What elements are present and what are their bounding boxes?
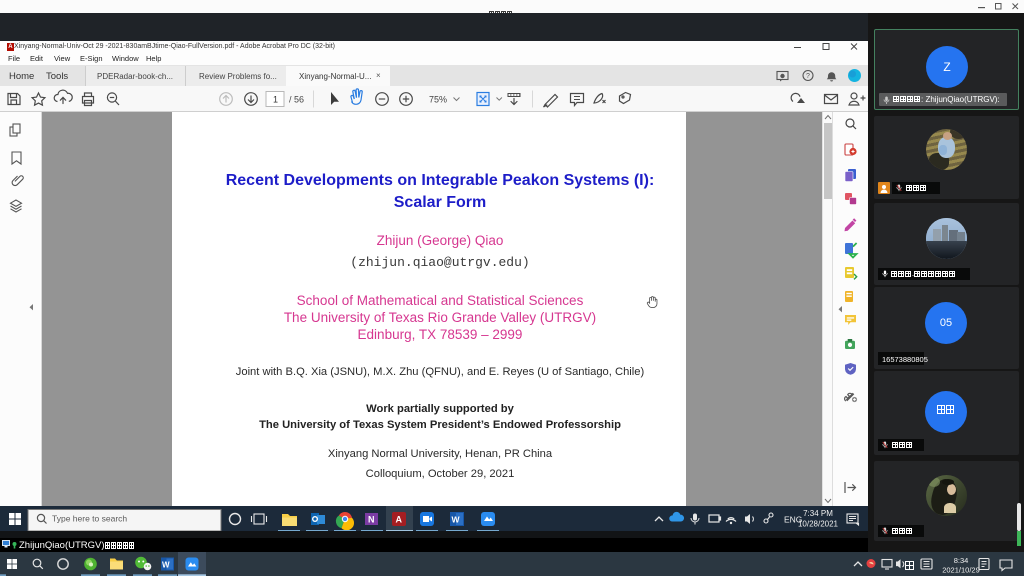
svg-text:10/28/2021: 10/28/2021 <box>798 519 839 528</box>
svg-text:1: 1 <box>273 95 278 105</box>
svg-text:?: ? <box>806 73 810 80</box>
svg-text:75%: 75% <box>429 95 447 105</box>
svg-text:8:34: 8:34 <box>954 556 969 565</box>
svg-text:W: W <box>162 561 170 570</box>
svg-text:2021/10/29: 2021/10/29 <box>942 566 980 575</box>
svg-text:W: W <box>452 514 461 524</box>
svg-text:Type here to search: Type here to search <box>52 513 127 523</box>
svg-text:7:34 PM: 7:34 PM <box>803 509 833 518</box>
svg-text:A: A <box>396 514 403 524</box>
svg-text:N: N <box>368 514 375 524</box>
svg-text:/ 56: / 56 <box>289 95 304 105</box>
